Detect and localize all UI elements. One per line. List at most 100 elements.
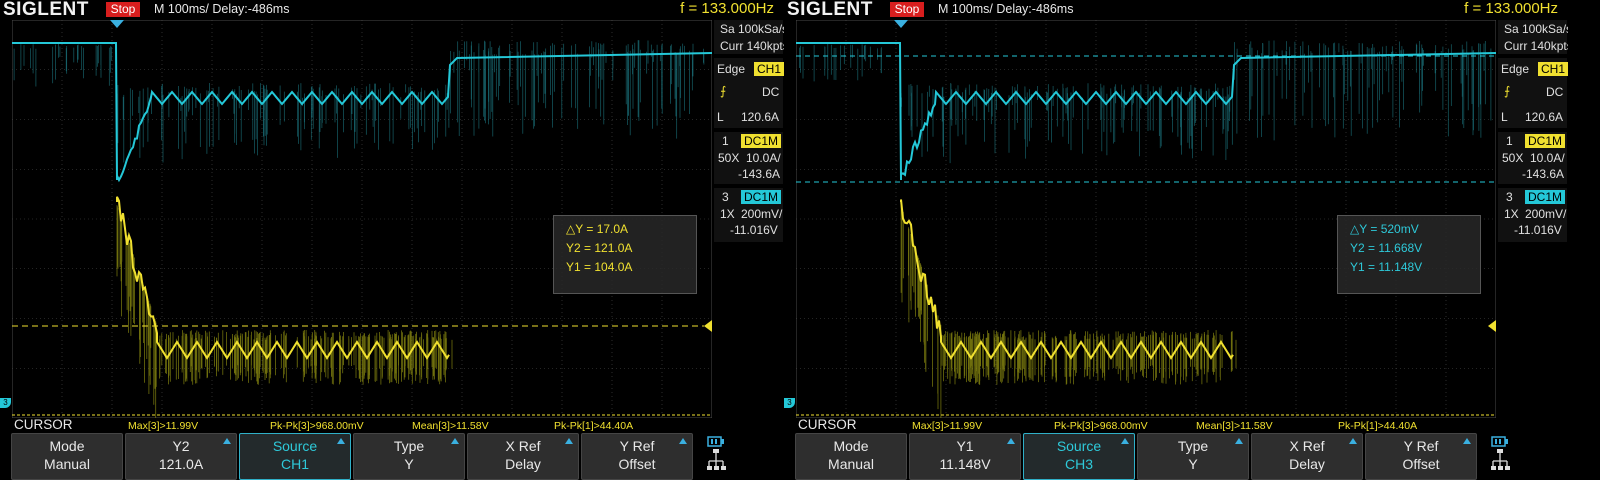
top-status-bar: SIGLENT Stop M 100ms/ Delay:-486ms f = 1… xyxy=(784,0,1568,20)
memory-depth: Curr 140kpts xyxy=(720,39,784,53)
network-usb-icon[interactable] xyxy=(1489,433,1511,478)
meas-pkpk-ch1: Pk-Pk[1]>44.40A xyxy=(1338,420,1418,432)
ch1-scale: 10.0A/ xyxy=(746,151,781,165)
softkey-y-ref[interactable]: Y Ref Offset xyxy=(581,433,693,480)
ch1-noise xyxy=(116,205,453,418)
run-stop-badge[interactable]: Stop xyxy=(106,2,140,17)
ch3-probe: 1X xyxy=(720,207,735,221)
ch1-offset: -143.6A xyxy=(1522,167,1565,181)
meas-pkpk-ch1: Pk-Pk[1]>44.40A xyxy=(554,420,634,432)
top-status-bar: SIGLENT Stop M 100ms/ Delay:-486ms f = 1… xyxy=(0,0,784,20)
run-stop-badge[interactable]: Stop xyxy=(890,2,924,17)
cursor-menu-title: CURSOR xyxy=(14,417,73,432)
measurement-bar: CURSOR Max[3]>11.99V Pk-Pk[3]>968.00mV M… xyxy=(0,417,784,433)
softkey-x-ref[interactable]: X Ref Delay xyxy=(1251,433,1363,480)
trigger-source: CH1 xyxy=(1538,62,1568,76)
cursor-y1: Y1 = 11.148V xyxy=(1350,260,1423,274)
softkey-x-ref[interactable]: X Ref Delay xyxy=(467,433,579,480)
ch1-waveform xyxy=(116,196,450,360)
cursor-y2: Y2 = 11.668V xyxy=(1350,241,1423,255)
cursor-y2: Y2 = 121.0A xyxy=(566,241,633,255)
ch1-offset: -143.6A xyxy=(738,167,781,181)
softkey-y-ref[interactable]: Y Ref Offset xyxy=(1365,433,1477,480)
ch3-probe: 1X xyxy=(1504,207,1519,221)
ch1-info-box[interactable]: 1 DC1M 50X 10.0A/ -143.6A xyxy=(1498,132,1567,184)
meas-mean: Mean[3]>11.58V xyxy=(412,420,489,432)
ch3-offset: -11.016V xyxy=(1514,223,1562,237)
frequency-counter: f = 133.000Hz xyxy=(1464,0,1558,17)
timebase-readout: M 100ms/ Delay:-486ms xyxy=(154,2,290,16)
softkey-type[interactable]: Type Y xyxy=(1137,433,1249,480)
softkey-source[interactable]: Source CH1 xyxy=(239,433,351,480)
trigger-level: 120.6A xyxy=(1525,110,1564,124)
ch3-offset: -11.016V xyxy=(730,223,778,237)
trigger-coupling: DC xyxy=(762,85,780,99)
trigger-level-label: L xyxy=(717,110,724,124)
network-usb-icon[interactable] xyxy=(705,433,727,478)
softkey-bar: Mode Manual Y2 121.0A Source CH1 Type Y X Re… xyxy=(0,433,784,480)
softkey-cursor-y1[interactable]: Y1 11.148V xyxy=(909,433,1021,480)
ch3-number: 3 xyxy=(722,190,729,204)
ch1-coupling: DC1M xyxy=(741,134,782,148)
ch1-number: 1 xyxy=(722,134,729,148)
ch3-coupling: DC1M xyxy=(1525,190,1566,204)
acquisition-box[interactable]: Sa 100kSa/s Curr 140kpts xyxy=(714,20,784,54)
sample-rate: Sa 100kSa/s xyxy=(720,22,784,36)
scope-screen-left: SIGLENT Stop M 100ms/ Delay:-486ms f = 1… xyxy=(0,0,784,480)
meas-max: Max[3]>11.99V xyxy=(128,420,199,432)
ch3-waveform xyxy=(796,42,1496,181)
sample-rate: Sa 100kSa/s xyxy=(1504,22,1568,36)
trigger-box[interactable]: Edge CH1 ⨍ DC L 120.6A xyxy=(1498,58,1568,128)
ch3-info-box[interactable]: 3 DC1M 1X 200mV/ -11.016V xyxy=(1498,188,1567,242)
timebase-readout: M 100ms/ Delay:-486ms xyxy=(938,2,1074,16)
measurement-bar: CURSOR Max[3]>11.99V Pk-Pk[3]>968.00mV M… xyxy=(784,417,1568,433)
ch1-coupling: DC1M xyxy=(1525,134,1566,148)
trigger-level-marker xyxy=(704,320,712,332)
softkey-mode[interactable]: Mode Manual xyxy=(795,433,907,480)
frequency-counter: f = 133.000Hz xyxy=(680,0,774,17)
meas-pkpk-ch3: Pk-Pk[3]>968.00mV xyxy=(270,420,364,432)
ch3-scale: 200mV/ xyxy=(1525,207,1567,221)
brand-logo: SIGLENT xyxy=(787,0,873,20)
trigger-coupling: DC xyxy=(1546,85,1564,99)
trigger-source: CH1 xyxy=(754,62,784,76)
ch3-info-box[interactable]: 3 DC1M 1X 200mV/ -11.016V xyxy=(714,188,783,242)
ch3-waveform xyxy=(12,42,712,183)
acquisition-box[interactable]: Sa 100kSa/s Curr 140kpts xyxy=(1498,20,1568,54)
ch1-waveform xyxy=(900,199,1234,360)
softkey-source[interactable]: Source CH3 xyxy=(1023,433,1135,480)
rising-edge-icon: ⨍ xyxy=(1504,84,1511,98)
trigger-type: Edge xyxy=(717,62,746,76)
softkey-cursor-y2[interactable]: Y2 121.0A xyxy=(125,433,237,480)
cursor-delta-y: △Y = 17.0A xyxy=(566,222,629,236)
ch3-scale: 200mV/ xyxy=(741,207,783,221)
rising-edge-icon: ⨍ xyxy=(720,84,727,98)
ch1-noise xyxy=(900,205,1237,418)
trigger-type: Edge xyxy=(1501,62,1530,76)
softkey-type[interactable]: Type Y xyxy=(353,433,465,480)
memory-depth: Curr 140kpts xyxy=(1504,39,1568,53)
ch3-coupling: DC1M xyxy=(741,190,782,204)
trigger-box[interactable]: Edge CH1 ⨍ DC L 120.6A xyxy=(714,58,784,128)
cursor-y1: Y1 = 104.0A xyxy=(566,260,633,274)
cursor-readout-box: △Y = 520mV Y2 = 11.668V Y1 = 11.148V xyxy=(1337,215,1481,294)
ch3-ground-marker: 3 xyxy=(0,398,11,408)
brand-logo: SIGLENT xyxy=(3,0,89,20)
trigger-level-marker xyxy=(1488,320,1496,332)
softkey-mode[interactable]: Mode Manual xyxy=(11,433,123,480)
trigger-level-label: L xyxy=(1501,110,1508,124)
cursor-delta-y: △Y = 520mV xyxy=(1350,222,1419,236)
trigger-level: 120.6A xyxy=(741,110,780,124)
ch1-number: 1 xyxy=(1506,134,1513,148)
cursor-menu-title: CURSOR xyxy=(798,417,857,432)
right-info-panel: Sa 100kSa/s Curr 140kpts Edge CH1 ⨍ DC L… xyxy=(713,20,784,418)
ch1-info-box[interactable]: 1 DC1M 50X 10.0A/ -143.6A xyxy=(714,132,783,184)
ch1-scale: 10.0A/ xyxy=(1530,151,1565,165)
softkey-bar: Mode Manual Y1 11.148V Source CH3 Type Y X R… xyxy=(784,433,1568,480)
ch3-ground-marker: 3 xyxy=(784,398,795,408)
ch3-number: 3 xyxy=(1506,190,1513,204)
ch1-probe: 50X xyxy=(718,151,740,165)
scope-screen-right: SIGLENT Stop M 100ms/ Delay:-486ms f = 1… xyxy=(784,0,1568,480)
meas-mean: Mean[3]>11.58V xyxy=(1196,420,1273,432)
ch1-probe: 50X xyxy=(1502,151,1524,165)
